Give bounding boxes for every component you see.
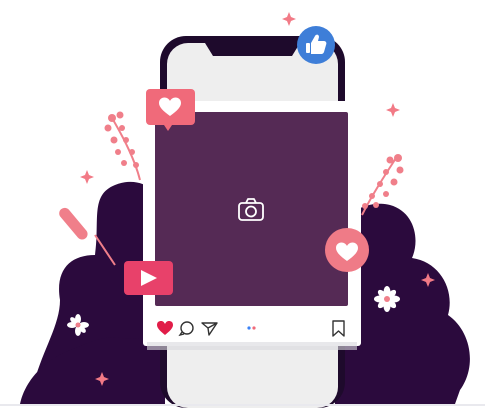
ground-line <box>0 404 485 406</box>
post-image[interactable] <box>155 112 348 306</box>
pagination-dot-active <box>247 326 251 330</box>
thumbs-up-badge <box>297 26 335 64</box>
phone-notch <box>205 43 300 56</box>
left-blob-lower <box>20 337 165 404</box>
like-badge <box>146 89 195 131</box>
social-media-illustration <box>20 12 470 408</box>
sparkle-icon <box>80 170 94 184</box>
post-card <box>143 101 361 350</box>
plant-left-top <box>104 111 141 181</box>
sparkle-icon <box>282 12 296 26</box>
plant-icon <box>111 117 141 181</box>
sparkle-icon <box>386 103 400 117</box>
heart-badge <box>325 228 369 272</box>
play-badge <box>124 261 173 295</box>
pagination-dot <box>252 326 256 330</box>
